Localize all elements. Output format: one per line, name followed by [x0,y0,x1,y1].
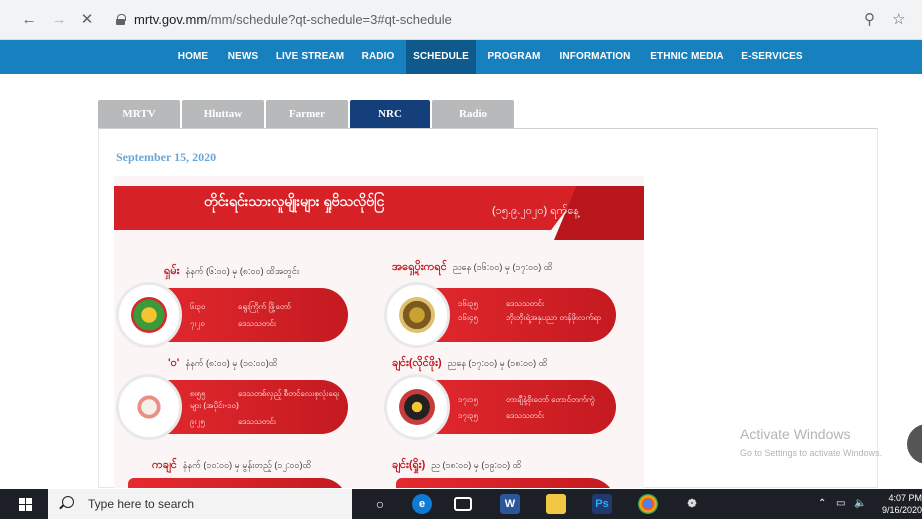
file-explorer-icon[interactable] [546,494,566,514]
tab-farmer[interactable]: Farmer [266,100,348,128]
schedule-card [396,478,616,488]
taskbar-clock[interactable]: 4:07 PM 9/16/2020 [875,492,922,516]
zoom-icon[interactable]: ⚲ [864,11,875,29]
tab-hluttaw[interactable]: Hluttaw [182,100,264,128]
program-row: ၉း၂၅ ဒေသသတင်း [190,417,276,426]
program-row: ၁၆း၃၅ ဒေသသတင်း [458,299,544,308]
lock-icon [116,14,126,25]
nav-home[interactable]: HOME [172,40,214,74]
mail-icon[interactable] [454,497,472,511]
schedule-card: ၁၆း၃၅ ဒေသသတင်း ၁၆း၄၅ ဘိုးဘိုးရဲ့အနုပညာ တန်… [384,282,616,348]
search-icon [62,496,74,508]
tab-mrtv[interactable]: MRTV [98,100,180,128]
site-navigation: HOME NEWS LIVE STREAM RADIO SCHEDULE PRO… [0,40,922,74]
program-row: ၁၇း၁၅ တာချီနဲ့စိုးတော် တောင်တက်ကွဲ [458,395,595,404]
program-row: ၇း၂၀ ဒေသသတင်း [190,319,276,328]
nav-information[interactable]: INFORMATION [553,40,637,74]
bookmark-star-icon[interactable]: ☆ [892,11,905,29]
section-heading: ရှမ်း နံနက် (၆:၀၀) မှ (၈:၀၀) ထိအတွင်း [164,265,300,277]
back-icon[interactable]: ← [20,11,38,29]
program-row: ၁၆း၄၅ ဘိုးဘိုးရဲ့အနုပညာ တန်ဖိုးလက်ရာ [458,313,602,322]
address-bar[interactable]: mrtv.gov.mm/mm/schedule?qt-schedule=3#qt… [110,7,890,33]
activate-windows-title: Activate Windows [740,426,851,442]
chin-figure-icon [384,374,450,440]
shan-emblem-icon [116,282,182,348]
activate-windows-subtitle: Go to Settings to activate Windows. [740,448,883,458]
schedule-card: ၁၇း၁၅ တာချီနဲ့စိုးတော် တောင်တက်ကွဲ ၁၇း၃၅ဒ… [384,374,616,440]
nav-news[interactable]: NEWS [222,40,264,74]
program-row: ၁၇း၃၅ ဒေသသတင်း [458,411,544,420]
karen-drum-icon [384,282,450,348]
volume-icon[interactable]: 🔈 [854,498,866,509]
word-icon[interactable]: W [500,494,520,514]
windows-start-icon[interactable] [19,498,32,511]
tab-radio[interactable]: Radio [432,100,514,128]
nav-e-services[interactable]: E-SERVICES [737,40,807,74]
wa-buffalo-icon [116,374,182,440]
nav-radio[interactable]: RADIO [356,40,400,74]
chrome-icon[interactable] [638,494,658,514]
nav-schedule[interactable]: SCHEDULE [406,40,476,74]
taskbar: Type here to search ○ e W Ps ❁ ⌃ ▭ 🔈 4:0… [0,489,922,519]
stop-loading-icon[interactable]: ✕ [78,11,96,29]
url-text: mrtv.gov.mm/mm/schedule?qt-schedule=3#qt… [134,12,452,27]
nav-ethnic-media[interactable]: ETHNIC MEDIA [644,40,730,74]
taskbar-search[interactable]: Type here to search [48,489,352,519]
section-heading: ချင်း(ရှိုး) ည (၁၈:၀၀) မှ (၁၉:၀၀) ထိ [392,459,522,471]
schedule-date: September 15, 2020 [116,150,217,164]
program-row: ၆း၃၀ ရွေးကြိုက် ဖြို့တော် [190,302,291,311]
section-heading: အရှေ့ပိုးကရင် ညနေ (၁၆:၀၀) မှ (၁၇:၀၀) ထိ [392,261,553,273]
nav-program[interactable]: PROGRAM [482,40,546,74]
cortana-icon[interactable]: ○ [370,494,390,514]
section-heading: 'ဝ' နံနက် (၈:၀၀) မှ (၁၀:၀၀)ထိ [168,357,278,369]
schedule-poster: တိုင်းရင်းသားလူမျိုးများ ရှုဗိသလိုဗ်ငြ (… [114,176,644,488]
schedule-card [128,478,348,488]
tab-nrc[interactable]: NRC [350,100,430,128]
program-row: ၈း၅၅ ဒေသတစ်လှည့် စီတင်လေးစုလုံးရေးများ (အ… [190,389,340,410]
poster-title: တိုင်းရင်းသားလူမျိုးများ ရှုဗိသလိုဗ်ငြ [204,193,385,209]
schedule-card: ၈း၅၅ ဒေသတစ်လှည့် စီတင်လေးစုလုံးရေးများ (အ… [116,374,348,440]
edge-icon[interactable]: e [412,494,432,514]
photoshop-icon[interactable]: Ps [592,494,612,514]
browser-toolbar: ← → ✕ mrtv.gov.mm/mm/schedule?qt-schedul… [0,0,922,40]
poster-date: (၁၅.၉.၂၀၂၀) ရက်နေ့ [492,205,579,217]
paint-brush-icon[interactable]: ❁ [682,494,702,514]
nav-live-stream[interactable]: LIVE STREAM [272,40,348,74]
section-heading: ကချင် နံနက် (၁၀:၀၀) မှ မွန်းတည့် (၁၂:၀၀)ထ… [152,459,312,471]
tray-chevron-up-icon[interactable]: ⌃ [818,498,826,509]
floating-action-button[interactable] [907,424,922,464]
battery-icon[interactable]: ▭ [836,498,845,509]
section-heading: ချင်း(လိုင်ဖိုး) ညနေ (၁၇:၀၀) မှ (၁၈:၀၀) ထ… [392,357,548,369]
forward-icon[interactable]: → [50,11,68,29]
search-placeholder: Type here to search [88,497,195,511]
schedule-card: ၆း၃၀ ရွေးကြိုက် ဖြို့တော် ၇း၂၀ ဒေသသတင်း [116,282,348,348]
